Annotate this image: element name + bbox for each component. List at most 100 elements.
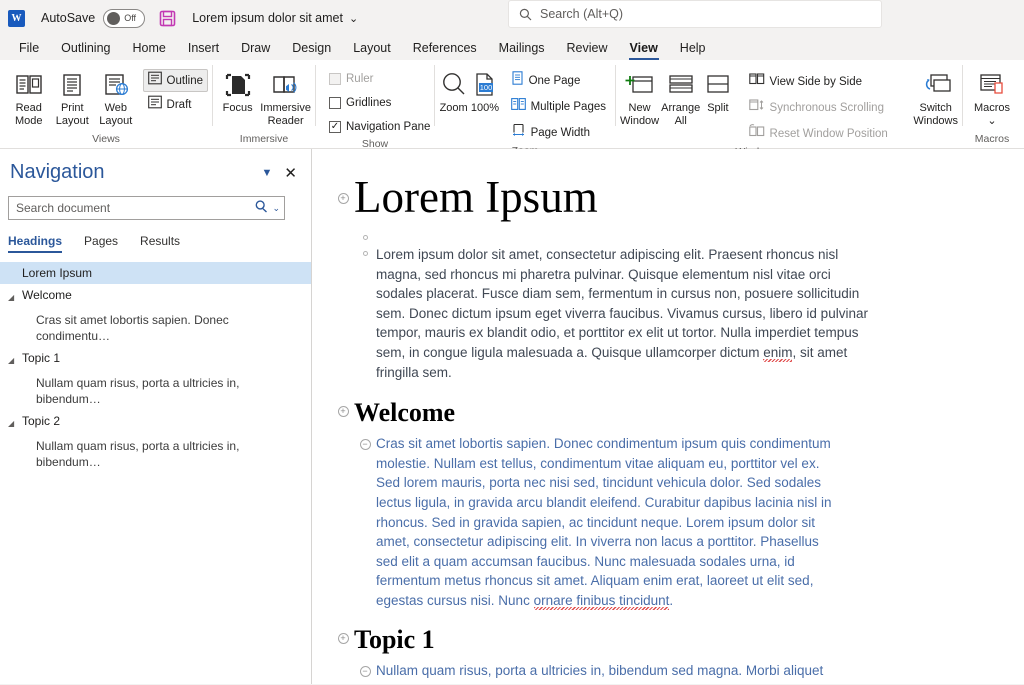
chevron-down-icon[interactable]: ⌄ xyxy=(349,12,358,25)
tab-references[interactable]: References xyxy=(402,39,488,60)
collapse-marker[interactable]: − xyxy=(354,434,376,450)
tab-file[interactable]: File xyxy=(8,39,50,60)
autosave-toggle[interactable]: Off xyxy=(103,9,145,28)
nav-subheading-topic-1-body[interactable]: Nullam quam risus, porta a ultricies in,… xyxy=(0,372,311,410)
tab-review[interactable]: Review xyxy=(556,39,619,60)
new-window-button[interactable]: New Window xyxy=(620,65,659,128)
view-side-by-side-button[interactable]: View Side by Side xyxy=(744,70,893,93)
workspace: Navigation ▼ ✕ Search document ⌄ Heading… xyxy=(0,149,1024,684)
tab-view[interactable]: View xyxy=(619,39,669,60)
document-paragraph-welcome[interactable]: Cras sit amet lobortis sapien. Donec con… xyxy=(376,434,844,610)
save-icon[interactable] xyxy=(159,10,176,27)
outline-heading-row: + Welcome xyxy=(312,396,1024,430)
gridlines-checkbox[interactable]: Gridlines xyxy=(324,93,435,113)
print-layout-button[interactable]: Print Layout xyxy=(52,65,94,128)
collapse-icon[interactable]: − xyxy=(360,439,371,450)
tab-mailings[interactable]: Mailings xyxy=(488,39,556,60)
body-dot-icon xyxy=(363,235,368,240)
checkbox-unchecked-icon xyxy=(329,97,341,109)
ribbon-group-zoom: Zoom 100 100% xyxy=(435,60,615,148)
tab-design[interactable]: Design xyxy=(281,39,342,60)
web-layout-button[interactable]: Web Layout xyxy=(95,65,137,128)
collapse-marker[interactable]: − xyxy=(354,661,376,677)
navigation-search-input[interactable]: Search document ⌄ xyxy=(8,196,285,220)
search-input[interactable]: Search (Alt+Q) xyxy=(508,0,882,28)
switch-windows-label-2: Windows xyxy=(913,115,958,128)
navigation-tabs: Headings Pages Results xyxy=(0,220,311,253)
outline-view-button[interactable]: Outline xyxy=(143,69,208,92)
tab-draw[interactable]: Draw xyxy=(230,39,281,60)
collapse-triangle-icon[interactable]: ◢ xyxy=(8,287,22,306)
arrange-all-button[interactable]: Arrange All xyxy=(661,65,700,128)
paragraph-text: Lorem ipsum dolor sit amet, consectetur … xyxy=(376,247,868,360)
expand-marker[interactable]: + xyxy=(332,396,354,417)
autosave-label: AutoSave xyxy=(41,11,95,25)
tab-layout[interactable]: Layout xyxy=(342,39,402,60)
ribbon-group-window: New Window Arrange All xyxy=(616,60,962,148)
navigation-header: Navigation ▼ ✕ xyxy=(0,149,311,184)
arrange-all-label-1: Arrange xyxy=(661,102,700,115)
tab-help[interactable]: Help xyxy=(669,39,717,60)
outline-heading-row: + Topic 1 xyxy=(312,623,1024,657)
nav-heading-welcome[interactable]: ◢ Welcome xyxy=(0,284,311,309)
collapse-triangle-icon[interactable]: ◢ xyxy=(8,413,22,432)
one-page-icon xyxy=(511,71,524,90)
expand-icon[interactable]: + xyxy=(338,633,349,644)
document-heading-welcome: Welcome xyxy=(354,396,455,430)
expand-marker[interactable]: + xyxy=(332,623,354,644)
document-paragraph-1[interactable]: Lorem ipsum dolor sit amet, consectetur … xyxy=(376,245,876,382)
word-logo-icon: W xyxy=(8,10,25,27)
page-width-button[interactable]: Page Width xyxy=(506,121,611,144)
expand-icon[interactable]: + xyxy=(338,193,349,204)
read-mode-label-1: Read xyxy=(16,102,42,115)
new-window-label-2: Window xyxy=(620,115,659,128)
magnifier-icon[interactable] xyxy=(255,200,268,216)
nav-heading-label: Topic 2 xyxy=(22,413,60,429)
document-paragraph-topic-1[interactable]: Nullam quam risus, porta a ultricies in,… xyxy=(376,661,826,685)
draft-icon xyxy=(148,95,162,114)
body-marker[interactable] xyxy=(354,231,376,240)
outline-empty-row xyxy=(312,231,1024,243)
print-layout-icon xyxy=(60,68,84,102)
multiple-pages-button[interactable]: Multiple Pages xyxy=(506,95,611,118)
tab-insert[interactable]: Insert xyxy=(177,39,230,60)
body-marker[interactable] xyxy=(354,245,376,256)
nav-tab-headings[interactable]: Headings xyxy=(8,234,62,253)
nav-heading-label: Welcome xyxy=(22,287,72,303)
nav-heading-topic-1[interactable]: ◢ Topic 1 xyxy=(0,347,311,372)
tab-outlining[interactable]: Outlining xyxy=(50,39,121,60)
navigation-pane-checkbox[interactable]: ✓ Navigation Pane xyxy=(324,117,435,137)
document-outline-area[interactable]: + Lorem Ipsum Lorem ipsum dolor sit amet… xyxy=(312,149,1024,684)
switch-windows-button[interactable]: Switch Windows xyxy=(913,65,958,128)
document-title[interactable]: Lorem ipsum dolor sit amet xyxy=(192,11,343,25)
one-page-button[interactable]: One Page xyxy=(506,69,611,92)
nav-tab-results[interactable]: Results xyxy=(140,234,180,253)
nav-heading-lorem-ipsum[interactable]: Lorem Ipsum xyxy=(0,262,311,284)
ribbon-group-views: Read Mode Print xyxy=(0,60,212,148)
nav-subheading-welcome-body[interactable]: Cras sit amet lobortis sapien. Donec con… xyxy=(0,309,311,347)
read-mode-button[interactable]: Read Mode xyxy=(8,65,50,128)
zoom-button[interactable]: Zoom xyxy=(439,65,468,115)
draft-view-button[interactable]: Draft xyxy=(143,93,208,116)
collapse-triangle-icon[interactable]: ◢ xyxy=(8,350,22,369)
nav-heading-label: Topic 1 xyxy=(22,350,60,366)
chevron-down-icon[interactable]: ▼ xyxy=(250,167,285,179)
tab-home[interactable]: Home xyxy=(122,39,177,60)
arrange-all-label-2: All xyxy=(675,115,687,128)
nav-tab-pages[interactable]: Pages xyxy=(84,234,118,253)
paragraph-text: Cras sit amet lobortis sapien. Donec con… xyxy=(376,436,832,608)
immersive-reader-button[interactable]: Immersive Reader xyxy=(260,65,311,128)
chevron-down-icon[interactable]: ⌄ xyxy=(987,115,996,128)
nav-subheading-topic-2-body[interactable]: Nullam quam risus, porta a ultricies in,… xyxy=(0,435,311,473)
macros-button[interactable]: Macros ⌄ xyxy=(967,65,1017,128)
expand-icon[interactable]: + xyxy=(338,406,349,417)
spelling-error-3: ornare finibus tincidunt xyxy=(534,593,670,608)
zoom-100-button[interactable]: 100 100% xyxy=(470,65,499,115)
expand-marker[interactable]: + xyxy=(332,169,354,204)
close-icon[interactable]: ✕ xyxy=(284,164,301,182)
collapse-icon[interactable]: − xyxy=(360,666,371,677)
nav-heading-topic-2[interactable]: ◢ Topic 2 xyxy=(0,410,311,435)
split-button[interactable]: Split xyxy=(702,65,733,115)
chevron-down-icon[interactable]: ⌄ xyxy=(272,203,280,214)
focus-button[interactable]: Focus xyxy=(217,65,258,115)
